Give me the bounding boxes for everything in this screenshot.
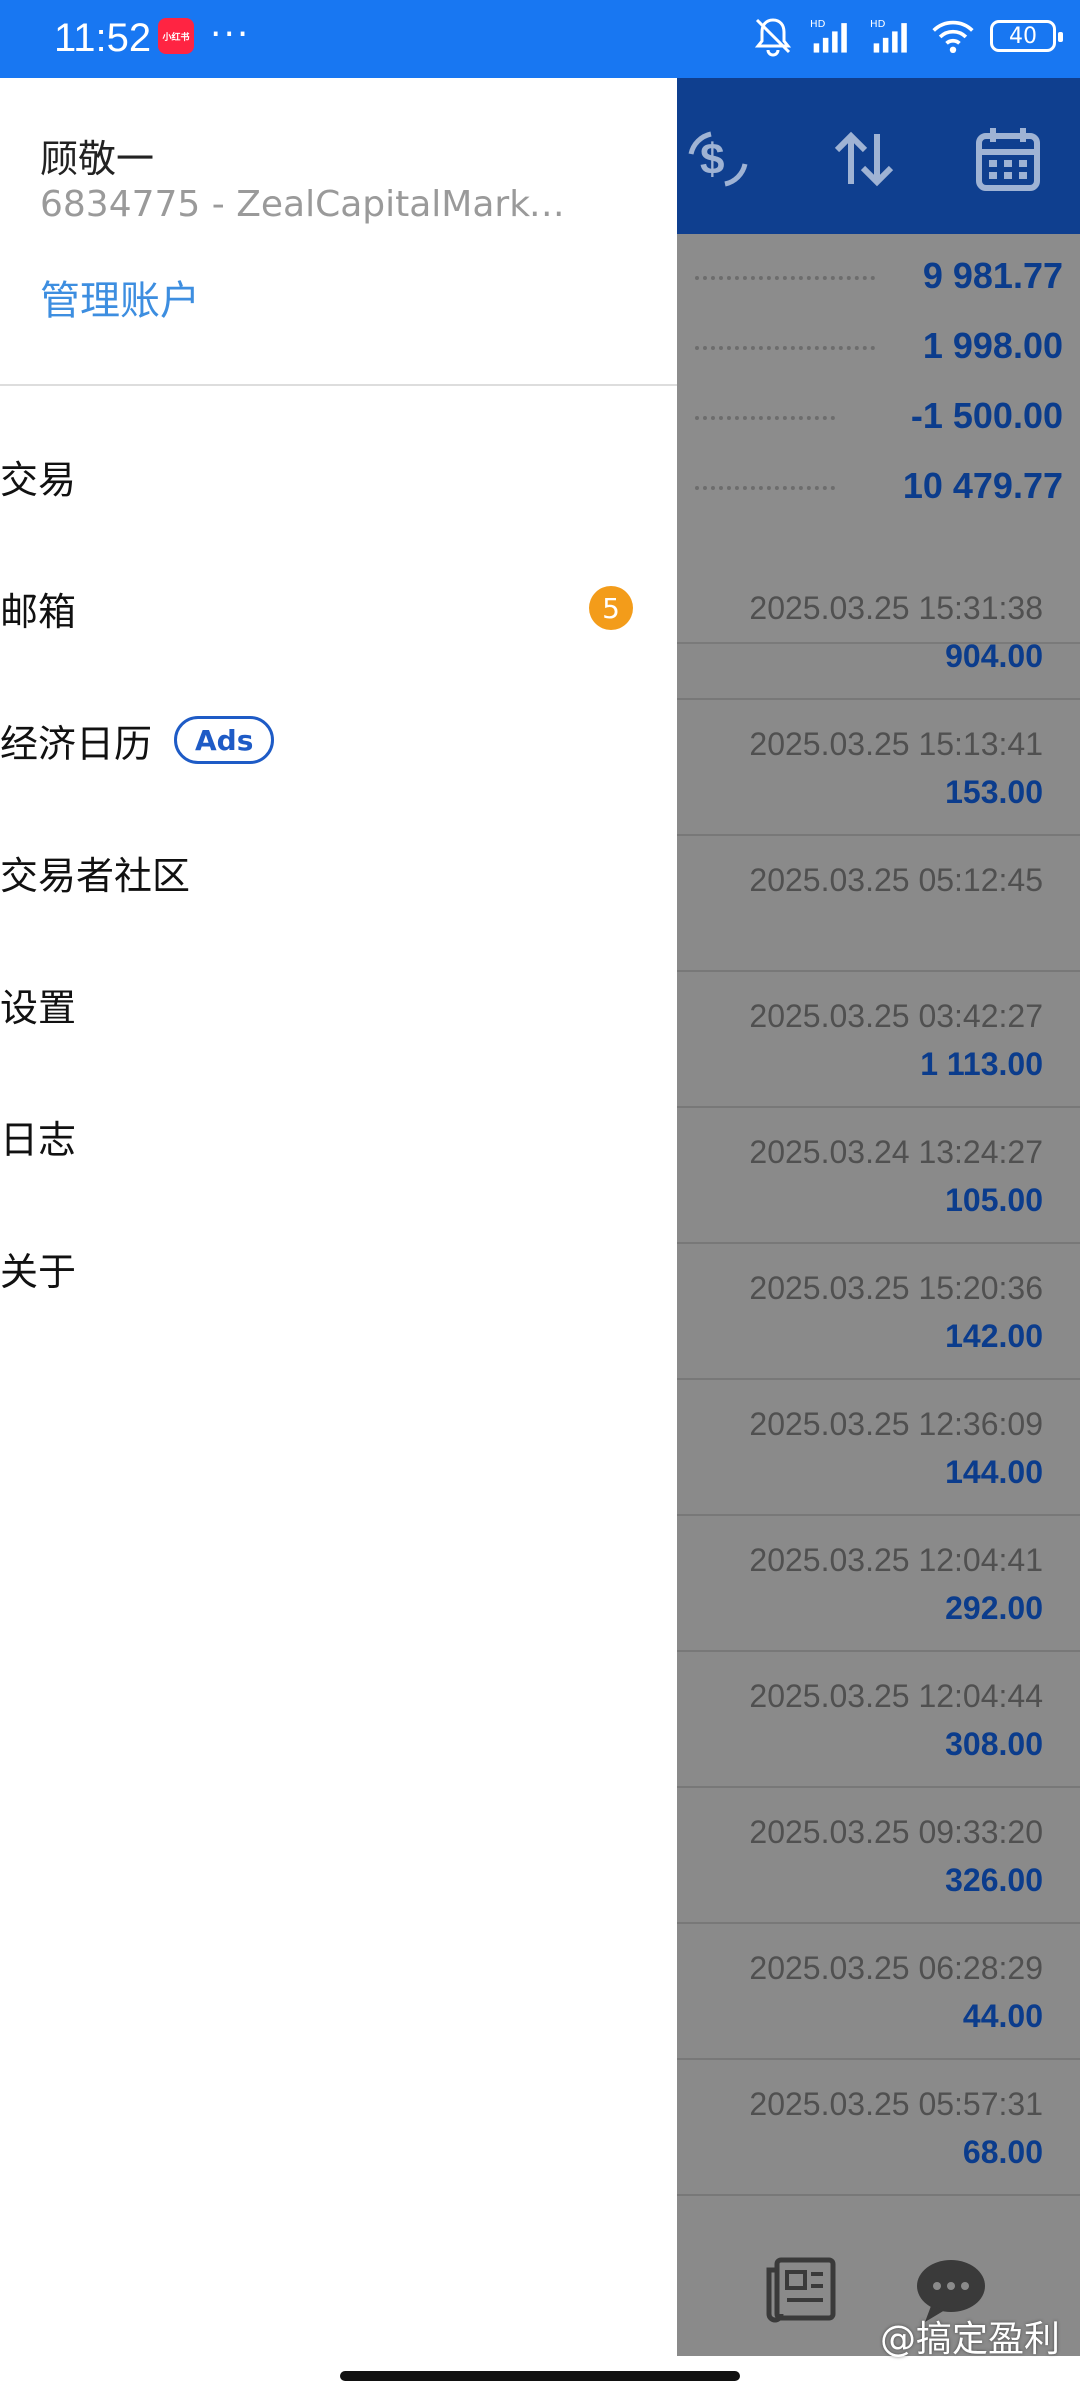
battery-level: 40	[1009, 23, 1037, 49]
history-row[interactable]: 2025.03.25 05:57:31 68.00	[677, 2060, 1080, 2196]
hd-signal-icon: HD	[870, 14, 916, 58]
manage-accounts-link[interactable]: 管理账户	[40, 268, 200, 326]
history-amount: 144.00	[945, 1454, 1043, 1490]
menu-item-label: 设置	[0, 985, 77, 1030]
history-amount: 68.00	[962, 2134, 1043, 2170]
svg-text:$: $	[700, 135, 724, 184]
menu-item-label: 经济日历	[0, 721, 153, 766]
menu-item-about[interactable]: 关于	[0, 1218, 677, 1318]
svg-text:HD: HD	[870, 19, 886, 30]
summary-value: 1 998.00	[922, 325, 1063, 366]
history-amount: 44.00	[962, 1998, 1043, 2034]
history-date: 2025.03.25 15:20:36	[749, 1270, 1043, 1306]
history-date: 2025.03.25 05:57:31	[749, 2086, 1043, 2122]
summary-row: 1 998.00	[677, 316, 1063, 376]
history-date: 2025.03.25 06:28:29	[749, 1950, 1043, 1986]
menu-item-label: 交易者社区	[0, 853, 191, 898]
history-amount: 904.00	[945, 638, 1043, 674]
wifi-icon	[930, 14, 976, 58]
history-amount: 1 113.00	[920, 1046, 1043, 1082]
history-date: 2025.03.25 09:33:20	[749, 1814, 1043, 1850]
summary-row: 9 981.77	[677, 246, 1063, 306]
watermark: @搞定盈利	[879, 2319, 1060, 2360]
history-row[interactable]: 2025.03.25 12:36:09 144.00	[677, 1380, 1080, 1516]
menu-item-economic-calendar[interactable]: 经济日历 Ads	[0, 690, 677, 790]
summary-row: -1 500.00	[677, 386, 1063, 446]
history-row[interactable]: 2025.03.25 15:13:41 153.00	[677, 700, 1080, 836]
menu-item-settings[interactable]: 设置	[0, 954, 677, 1054]
history-date: 2025.03.25 05:12:45	[749, 862, 1043, 898]
summary-row: 10 479.77	[677, 456, 1063, 516]
ads-badge: Ads	[174, 716, 275, 764]
news-icon[interactable]	[765, 2256, 837, 2324]
status-time: 11:52	[54, 16, 152, 60]
menu-item-trade[interactable]: 交易	[0, 426, 677, 526]
history-date: 2025.03.24 13:24:27	[749, 1134, 1043, 1170]
history-row[interactable]: 2025.03.25 15:31:38 904.00	[677, 564, 1080, 700]
account-name[interactable]: 顾敬一	[40, 128, 154, 183]
calendar-icon[interactable]	[973, 124, 1043, 194]
history-row[interactable]: 2025.03.25 09:33:20 326.00	[677, 1788, 1080, 1924]
history-amount: 153.00	[945, 774, 1043, 810]
hd-signal-icon: HD	[810, 14, 856, 58]
menu-item-label: 邮箱	[0, 589, 77, 634]
menu-item-label: 交易	[0, 457, 77, 502]
gesture-navigation-bar[interactable]	[340, 2371, 740, 2381]
history-screen: $ 9 981.77 1 998.00 -1 500.00 10 479.77 …	[677, 78, 1080, 2356]
account-id[interactable]: 6834775 - ZealCapitalMarket...	[40, 184, 580, 225]
history-amount: 105.00	[945, 1182, 1043, 1218]
history-row[interactable]: 2025.03.24 13:24:27 105.00	[677, 1108, 1080, 1244]
menu-item-journal[interactable]: 日志	[0, 1086, 677, 1186]
history-date: 2025.03.25 15:31:38	[749, 590, 1043, 626]
summary-value: 10 479.77	[902, 465, 1063, 506]
battery-icon: 40	[990, 20, 1063, 52]
status-icons: HD HD 40	[750, 14, 1063, 58]
history-row[interactable]: 2025.03.25 03:42:27 1 113.00	[677, 972, 1080, 1108]
unread-count-badge: 5	[589, 586, 633, 630]
menu-item-traders-community[interactable]: 交易者社区	[0, 822, 677, 922]
history-row[interactable]: 2025.03.25 06:28:29 44.00	[677, 1924, 1080, 2060]
history-row[interactable]: 2025.03.25 15:20:36 142.00	[677, 1244, 1080, 1380]
history-date: 2025.03.25 03:42:27	[749, 998, 1043, 1034]
history-date: 2025.03.25 12:04:41	[749, 1542, 1043, 1578]
history-amount: 142.00	[945, 1318, 1043, 1354]
history-amount: 326.00	[945, 1862, 1043, 1898]
history-date: 2025.03.25 12:36:09	[749, 1406, 1043, 1442]
menu-item-label: 日志	[0, 1117, 77, 1162]
more-notifications-icon: ···	[210, 14, 251, 55]
app-toolbar: $	[677, 78, 1080, 234]
notification-app-label: 小红书	[162, 32, 190, 43]
status-bar: 11:52 小红书 ··· HD HD 40	[0, 0, 1080, 78]
currency-exchange-icon[interactable]: $	[683, 124, 753, 194]
history-amount: 308.00	[945, 1726, 1043, 1762]
navigation-drawer: 顾敬一 6834775 - ZealCapitalMarket... 管理账户 …	[0, 78, 677, 2356]
svg-text:HD: HD	[810, 19, 826, 30]
history-row[interactable]: 2025.03.25 05:12:45	[677, 836, 1080, 972]
mute-bell-icon	[750, 14, 796, 58]
sort-icon[interactable]	[829, 124, 899, 194]
menu-item-label: 关于	[0, 1249, 77, 1294]
drawer-divider	[0, 384, 677, 386]
menu-item-mailbox[interactable]: 邮箱 5	[0, 558, 677, 658]
history-date: 2025.03.25 12:04:44	[749, 1678, 1043, 1714]
summary-value: -1 500.00	[910, 395, 1063, 436]
summary-value: 9 981.77	[922, 255, 1063, 296]
history-row[interactable]: 2025.03.25 12:04:44 308.00	[677, 1652, 1080, 1788]
xiaohongshu-notification-icon: 小红书	[158, 18, 194, 54]
history-amount: 292.00	[945, 1590, 1043, 1626]
history-date: 2025.03.25 15:13:41	[749, 726, 1043, 762]
history-row[interactable]: 2025.03.25 12:04:41 292.00	[677, 1516, 1080, 1652]
